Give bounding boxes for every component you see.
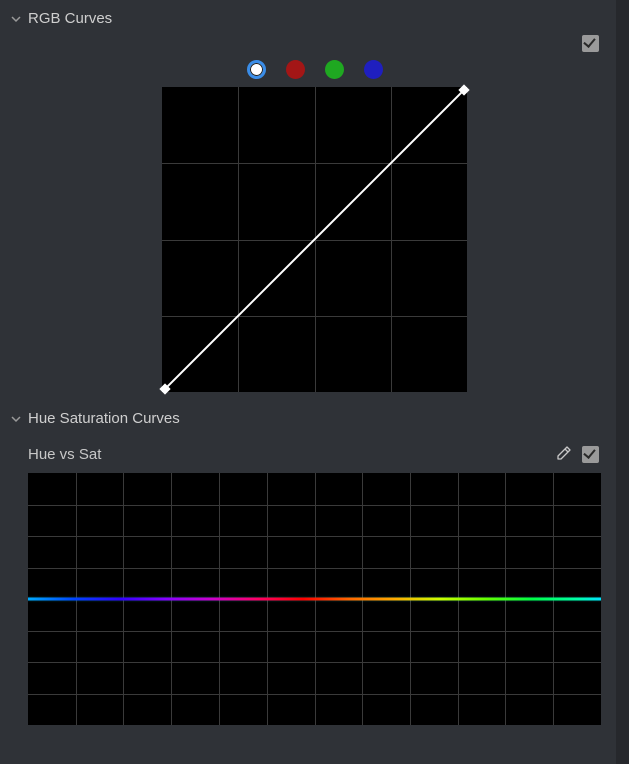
right-scrollbar[interactable] — [616, 0, 629, 764]
channel-red-dot[interactable] — [286, 60, 305, 79]
eyedropper-icon[interactable] — [554, 445, 572, 463]
channel-blue-dot[interactable] — [364, 60, 383, 79]
rgb-curves-title: RGB Curves — [28, 10, 112, 27]
rgb-curve-graph[interactable] — [162, 87, 467, 392]
hue-vs-sat-label: Hue vs Sat — [28, 446, 554, 463]
channel-white-dot[interactable] — [247, 60, 266, 79]
hue-vs-sat-graph[interactable] — [28, 473, 601, 725]
curve-handle-end[interactable] — [458, 84, 469, 95]
rgb-curves-header[interactable]: RGB Curves — [0, 0, 629, 33]
hue-gradient-line[interactable] — [28, 598, 601, 601]
hue-sat-curves-title: Hue Saturation Curves — [28, 410, 180, 427]
hue-sat-curves-header[interactable]: Hue Saturation Curves — [0, 392, 629, 433]
channel-green-dot[interactable] — [325, 60, 344, 79]
channel-selector — [0, 60, 629, 79]
hue-vs-sat-enable-checkbox[interactable] — [582, 446, 599, 463]
chevron-down-icon — [10, 13, 22, 25]
chevron-down-icon — [10, 413, 22, 425]
rgb-curves-enable-checkbox[interactable] — [582, 35, 599, 52]
